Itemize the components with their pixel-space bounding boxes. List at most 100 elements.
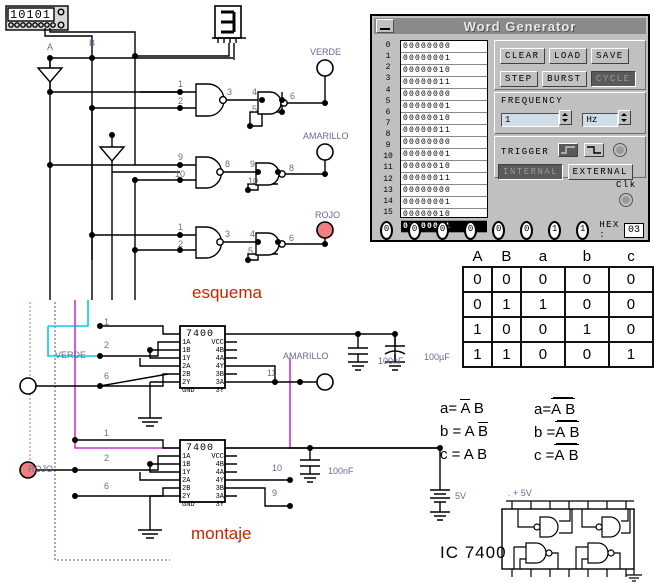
load-button[interactable]: LOAD: [548, 48, 587, 64]
word-row[interactable]: 00000000: [401, 41, 487, 53]
frequency-label: FREQUENCY: [501, 96, 564, 106]
cell: 0: [462, 291, 493, 318]
cell: 0: [490, 316, 522, 343]
word-generator-window[interactable]: Word Generator 0 1 2 3 4 5 6 7 8 9 10 11…: [370, 14, 650, 242]
pin-label: 4B: [215, 347, 224, 355]
output-bit[interactable]: 0: [492, 220, 506, 240]
frequency-panel: FREQUENCY 1 Hz: [494, 92, 646, 134]
pin-5c: 5: [248, 246, 254, 256]
pin-label: 1B: [182, 461, 191, 469]
step-button[interactable]: STEP: [500, 71, 538, 87]
pin-6c: 6: [289, 233, 295, 243]
montage-pin-2-bot: 2: [104, 453, 110, 463]
word-row[interactable]: 00000011: [401, 125, 487, 137]
word-index: 12: [383, 174, 393, 184]
pin-label: 3B: [215, 371, 224, 379]
word-list[interactable]: 0 1 2 3 4 5 6 7 8 9 10 11 12 13 14 15 00…: [378, 40, 488, 233]
word-row[interactable]: 00000011: [401, 173, 487, 185]
cell: 0: [563, 291, 610, 318]
ic-top-left-pins: 1A 1B 1Y 2A 2B 2Y GND: [182, 339, 195, 395]
cell: 0: [519, 316, 566, 343]
word-row[interactable]: 00000001: [401, 101, 487, 113]
pin-6a: 6: [290, 91, 296, 101]
burst-button[interactable]: BURST: [542, 71, 587, 87]
pin-label: 3A: [215, 493, 224, 501]
word-row[interactable]: 00000000: [401, 137, 487, 149]
pin-label: 4Y: [215, 363, 224, 371]
word-row[interactable]: 00000010: [401, 113, 487, 125]
pin-label: 3Y: [215, 501, 224, 509]
pin-label: 4Y: [215, 477, 224, 485]
output-bit-row: 0 0 0 0 0 0 1 1 HEX : 03: [380, 220, 645, 240]
frequency-input[interactable]: 1: [501, 113, 559, 127]
pin-label: 2Y: [182, 493, 191, 501]
col-header-B: B: [501, 248, 512, 265]
eq-out: b =: [440, 423, 462, 440]
cell: 1: [490, 341, 522, 368]
trigger-rising-edge-icon[interactable]: [557, 142, 578, 157]
frequency-unit[interactable]: Hz: [582, 113, 619, 127]
lamp-label-amarillo: AMARILLO: [303, 131, 349, 141]
pin-3a: 3: [227, 87, 233, 97]
pin-4a: 4: [252, 87, 258, 97]
word-index: 6: [385, 107, 391, 117]
word-index: 1: [385, 52, 391, 62]
cell: 0: [519, 266, 566, 293]
pin-label: GND: [182, 387, 195, 395]
eq-term-2: B: [565, 401, 576, 418]
pin-8b: 8: [225, 159, 231, 169]
eq-term-2: B: [568, 447, 579, 464]
output-bit[interactable]: 1: [576, 220, 590, 240]
hex-value: 03: [624, 222, 645, 238]
pin-label: 4A: [215, 469, 224, 477]
output-bit[interactable]: 0: [436, 220, 450, 240]
word-row[interactable]: 00000000: [401, 89, 487, 101]
word-row[interactable]: 00000010: [401, 161, 487, 173]
minimize-icon[interactable]: [376, 19, 394, 33]
clear-button[interactable]: CLEAR: [500, 48, 545, 64]
cap-label-3: 100nF: [328, 466, 354, 476]
pin-label: 2B: [182, 485, 191, 493]
word-row[interactable]: 00000001: [401, 197, 487, 209]
montage-lamp-label-rojo: ROJO: [28, 464, 54, 474]
pin-9b: 9: [178, 152, 184, 162]
word-row[interactable]: 00000011: [401, 77, 487, 89]
word-value-column[interactable]: 00000000 00000001 00000010 00000011 0000…: [400, 40, 488, 233]
col-header-c: c: [627, 248, 635, 265]
word-row[interactable]: 00000001: [401, 53, 487, 65]
unit-spinner-icon[interactable]: [618, 110, 632, 126]
eq-term-1: A: [555, 424, 566, 441]
output-bit[interactable]: 0: [408, 220, 422, 240]
trigger-led-icon: [612, 142, 627, 157]
word-index: 9: [385, 141, 391, 151]
montage-pin-9: 9: [272, 488, 278, 498]
trigger-external-button[interactable]: EXTERNAL: [567, 164, 633, 180]
trigger-internal-button[interactable]: INTERNAL: [498, 164, 564, 180]
cell: 0: [607, 291, 654, 318]
output-bit[interactable]: 0: [464, 220, 478, 240]
word-row[interactable]: 00000010: [401, 65, 487, 77]
ic-bottom-right-pins: VCC 4B 4A 4Y 3B 3A 3Y: [206, 453, 224, 509]
equation-row-c: c = A B c =A B: [440, 444, 614, 467]
equation-a-nand: a=A B: [534, 398, 614, 421]
save-button[interactable]: SAVE: [591, 48, 629, 64]
table-row: 0 1 1 0 0: [462, 291, 654, 318]
trigger-falling-edge-icon[interactable]: [584, 142, 605, 157]
lamp-label-rojo: ROJO: [315, 210, 341, 220]
pin-2a: 2: [178, 96, 184, 106]
output-bit[interactable]: 0: [520, 220, 534, 240]
eq-out: c =: [440, 446, 461, 463]
pin-label: 2B: [182, 371, 191, 379]
frequency-spinner-icon[interactable]: [559, 110, 572, 126]
pin-label: 3Y: [215, 387, 224, 395]
ic7400-title: IC 7400: [440, 543, 507, 562]
word-index-column: 0 1 2 3 4 5 6 7 8 9 10 11 12 13 14 15: [378, 40, 398, 218]
word-row[interactable]: 00000001: [401, 149, 487, 161]
table-header-row: A B a b c: [463, 248, 653, 267]
pin-label: 1A: [182, 339, 191, 347]
output-bit[interactable]: 0: [380, 220, 394, 240]
equation-b-simple: b = A B: [440, 421, 520, 444]
cycle-button[interactable]: CYCLE: [591, 71, 636, 87]
word-row[interactable]: 00000000: [401, 185, 487, 197]
output-bit[interactable]: 1: [548, 220, 562, 240]
